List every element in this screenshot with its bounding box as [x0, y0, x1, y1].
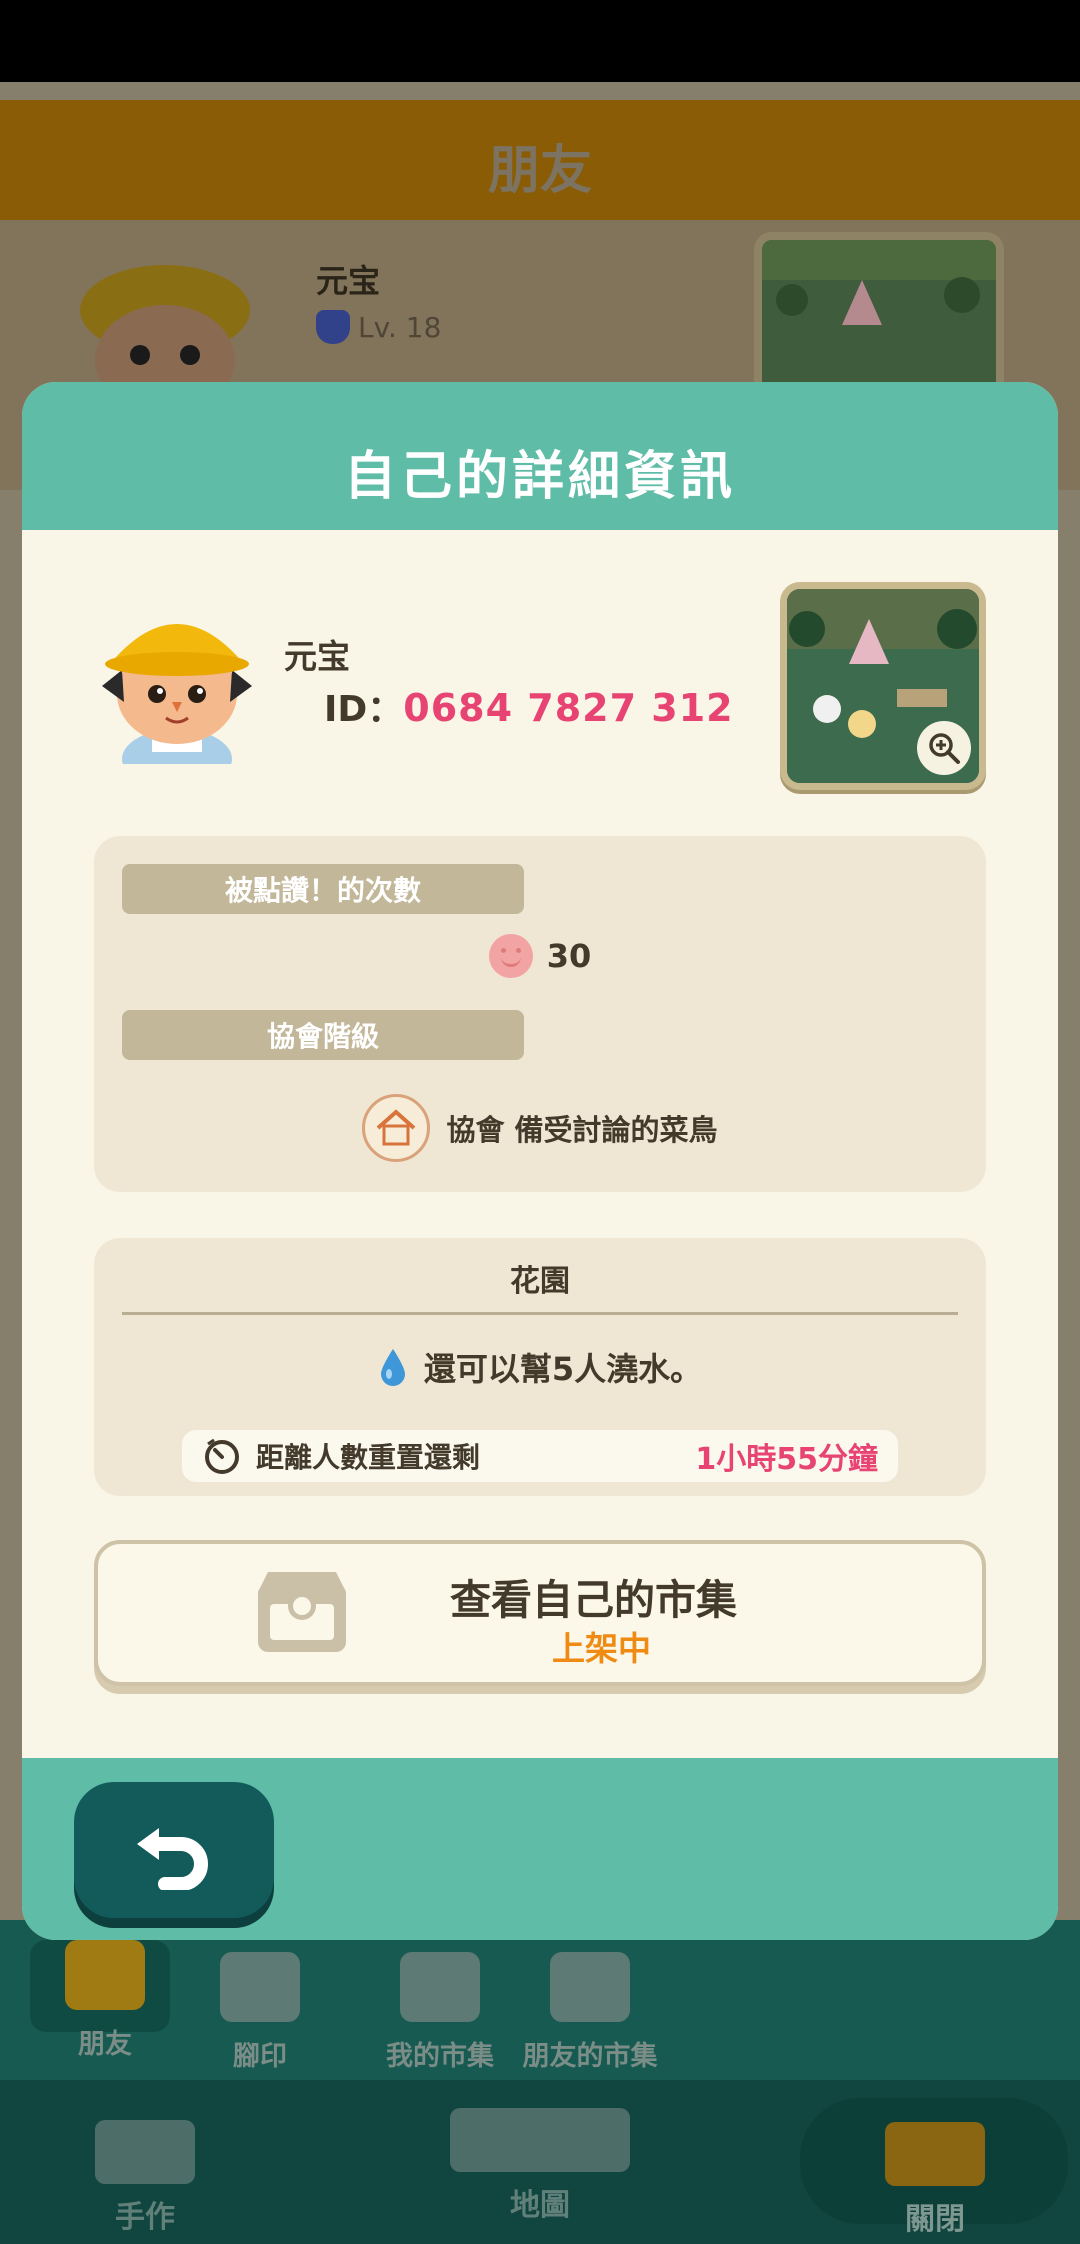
player-name: 元宝	[284, 637, 350, 676]
back-button[interactable]	[74, 1782, 274, 1918]
stats-card: 被點讚！的次數 30 協會階級 協會 備受討論的菜鳥	[94, 836, 986, 1192]
player-avatar	[102, 624, 252, 764]
zoom-button[interactable]	[917, 721, 971, 775]
player-id-label: ID：	[324, 689, 404, 730]
footprint-icon	[220, 1952, 300, 2022]
garden-card: 花園 還可以幫5人澆水。 距離人數重置還剩 1小時55分鐘	[94, 1238, 986, 1496]
tab-footprint-label: 腳印	[233, 2041, 287, 2072]
player-id-value: 0684 7827 312	[403, 686, 734, 730]
tab-friend-market[interactable]: 朋友的市集	[500, 1952, 680, 2073]
map-label: 地圖	[510, 2188, 570, 2223]
market-box-icon	[258, 1572, 346, 1652]
player-id-row: ID： 0684 7827 312	[324, 680, 734, 732]
friend-level-text: Lv. 18	[358, 310, 442, 344]
close-label: 關閉	[905, 2202, 965, 2237]
zoom-in-icon	[929, 733, 960, 764]
reset-label: 距離人數重置還剩	[256, 1441, 481, 1474]
hammer-icon	[95, 2120, 195, 2184]
likes-row: 30	[94, 934, 986, 978]
reset-time: 1小時55分鐘	[695, 1442, 878, 1477]
map-button[interactable]: 地圖	[430, 2108, 650, 2224]
tab-friends-label: 朋友	[78, 2029, 132, 2060]
timer-icon	[205, 1438, 239, 1474]
map-icon	[450, 2108, 630, 2172]
rank-label: 協會階級	[122, 1010, 524, 1060]
friend-level: Lv. 18	[316, 310, 441, 344]
market-status: 上架中	[552, 1629, 651, 1668]
association-house-icon	[362, 1094, 431, 1162]
water-drop-icon	[380, 1349, 405, 1386]
my-market-icon	[400, 1952, 480, 2022]
watering-row: 還可以幫5人澆水。	[94, 1344, 986, 1390]
cat-icon	[316, 310, 350, 344]
background-page-title: 朋友	[487, 141, 592, 201]
status-bar	[0, 0, 1080, 82]
profile-modal: 自己的詳細資訊 元宝 ID： 0684 7827 312 被點讚！的次數 30 …	[22, 382, 1058, 1940]
island-thumbnail[interactable]	[780, 582, 986, 790]
garden-title: 花園	[510, 1264, 570, 1299]
friends-icon	[65, 1940, 145, 2010]
close-button[interactable]: 關閉	[860, 2122, 1010, 2238]
back-arrow-icon	[137, 1828, 208, 1890]
garden-divider	[122, 1312, 958, 1315]
friend-market-icon	[550, 1952, 630, 2022]
friend-avatar	[80, 265, 250, 400]
tab-footprint[interactable]: 腳印	[185, 1952, 335, 2073]
craft-label: 手作	[115, 2200, 175, 2235]
likes-label: 被點讚！的次數	[122, 864, 524, 914]
tab-friend-market-label: 朋友的市集	[522, 2041, 658, 2072]
rank-value: 協會 備受討論的菜鳥	[446, 1113, 718, 1147]
friend-island-thumbnail	[754, 232, 1004, 402]
tab-friends[interactable]: 朋友	[30, 1940, 180, 2061]
smile-icon	[488, 934, 533, 978]
market-button-title: 查看自己的市集	[450, 1576, 737, 1624]
close-characters-icon	[885, 2122, 985, 2186]
friend-name: 元宝	[316, 262, 381, 300]
rank-row: 協會 備受討論的菜鳥	[94, 1094, 986, 1162]
craft-button[interactable]: 手作	[80, 2120, 210, 2236]
modal-title: 自己的詳細資訊	[343, 447, 736, 507]
likes-count: 30	[546, 937, 592, 975]
reset-timer-row: 距離人數重置還剩 1小時55分鐘	[182, 1430, 898, 1482]
watering-text: 還可以幫5人澆水。	[423, 1350, 703, 1388]
